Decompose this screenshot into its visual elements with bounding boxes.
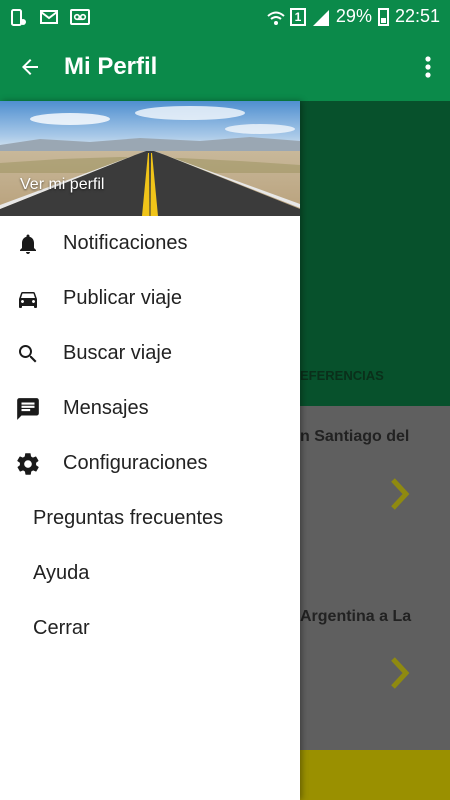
trip-card-title: Argentina a La — [300, 608, 412, 625]
menu-item-configuraciones[interactable]: Configuraciones — [0, 436, 300, 491]
status-bar: 1 29% 22:51 — [0, 0, 450, 33]
page-title: Mi Perfil — [64, 53, 158, 80]
bottom-action-bar[interactable] — [300, 750, 450, 800]
chevron-right-icon — [388, 476, 412, 512]
menu-item-ayuda[interactable]: Ayuda — [0, 546, 300, 601]
message-icon — [14, 395, 42, 423]
bell-icon — [14, 230, 42, 258]
navigation-drawer: Ver mi perfil Notificaciones Publicar vi… — [0, 101, 300, 800]
menu-item-label: Mensajes — [63, 397, 149, 419]
phone-settings-icon — [10, 8, 28, 26]
drawer-header[interactable]: Ver mi perfil — [0, 101, 300, 216]
menu-item-label: Ayuda — [33, 562, 90, 584]
menu-item-label: Preguntas frecuentes — [33, 507, 224, 529]
battery-percent: 29% — [335, 6, 372, 26]
menu-item-buscar-viaje[interactable]: Buscar viaje — [0, 326, 300, 381]
trip-card[interactable] — [300, 580, 450, 750]
search-icon — [14, 340, 42, 368]
clock: 22:51 — [394, 6, 440, 26]
gear-icon — [14, 450, 42, 478]
menu-item-label: Cerrar — [33, 617, 90, 639]
chevron-right-icon — [388, 655, 412, 691]
voicemail-icon — [70, 8, 90, 25]
menu-item-label: Buscar viaje — [63, 342, 172, 364]
menu-item-notificaciones[interactable]: Notificaciones — [0, 216, 300, 271]
car-icon — [14, 285, 42, 313]
road-landscape-image — [0, 101, 300, 216]
arrow-back-icon — [22, 59, 38, 75]
menu-item-label: Publicar viaje — [63, 287, 182, 309]
menu-item-preguntas-frecuentes[interactable]: Preguntas frecuentes — [0, 491, 300, 546]
menu-item-label: Configuraciones — [63, 452, 208, 474]
menu-item-publicar-viaje[interactable]: Publicar viaje — [0, 271, 300, 326]
battery-icon — [377, 7, 389, 26]
profile-banner-background — [300, 101, 450, 406]
mail-icon — [40, 9, 58, 25]
trip-card-title: n Santiago del — [300, 428, 410, 445]
sim-indicator: 1 — [289, 7, 306, 26]
menu-item-cerrar[interactable]: Cerrar — [0, 601, 300, 656]
menu-item-label: Notificaciones — [63, 232, 188, 254]
more-vert-icon — [425, 56, 431, 78]
view-profile-link[interactable]: Ver mi perfil — [20, 176, 104, 194]
menu-item-mensajes[interactable]: Mensajes — [0, 381, 300, 436]
preferences-section-label: EFERENCIAS — [300, 368, 384, 383]
overflow-menu-button[interactable] — [406, 33, 450, 101]
app-bar: Mi Perfil — [0, 33, 450, 101]
signal-icon — [312, 9, 330, 26]
drawer-menu: Notificaciones Publicar viaje Buscar via… — [0, 216, 300, 656]
wifi-icon — [266, 9, 285, 25]
back-button[interactable] — [0, 33, 60, 101]
